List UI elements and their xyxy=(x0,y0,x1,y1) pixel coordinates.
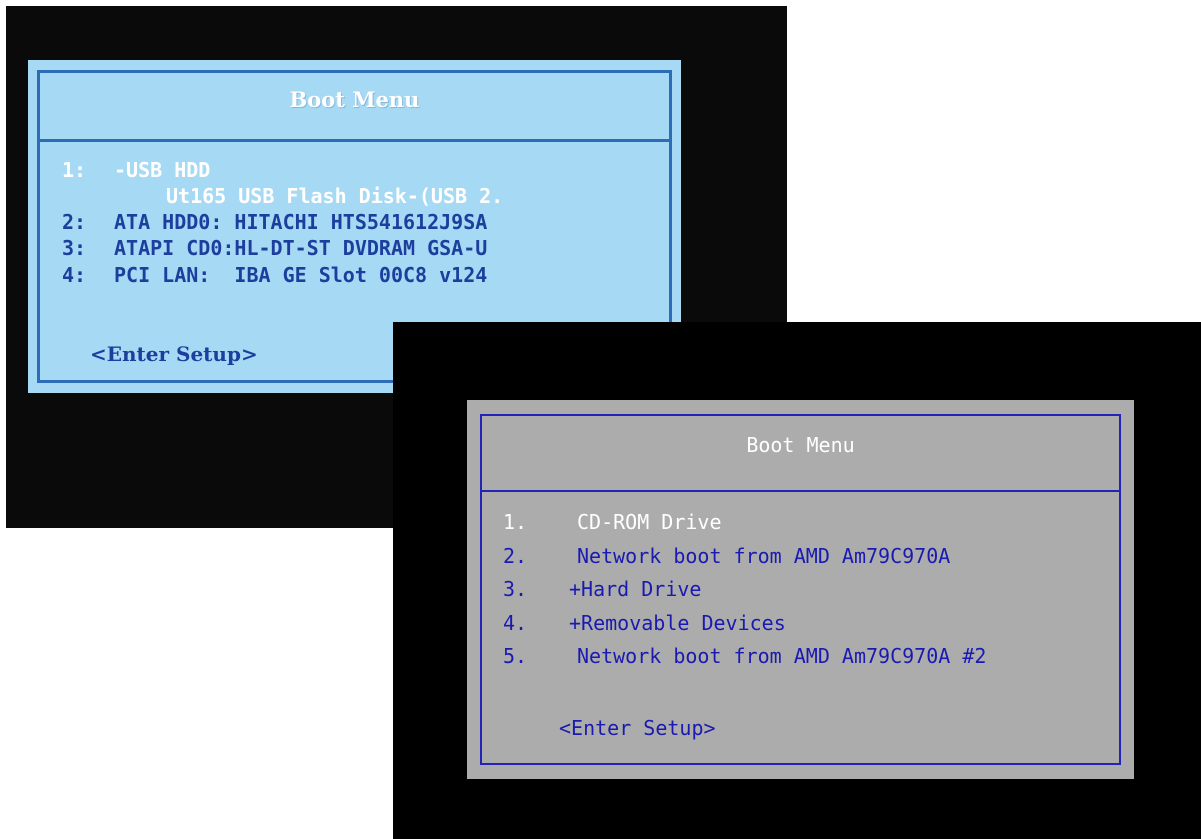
boot-item-number: 3. xyxy=(503,577,528,601)
boot-menu-panel-2: Boot Menu 1. CD-ROM Drive 2. Network boo… xyxy=(467,400,1134,779)
boot-item-removable-devices[interactable]: +Removable Devices xyxy=(569,611,786,635)
boot-item-atapi-cd[interactable]: ATAPI CD0:HL-DT-ST DVDRAM GSA-U xyxy=(114,236,487,260)
boot-item-usb-hdd-device[interactable]: Ut165 USB Flash Disk-(USB 2. xyxy=(166,184,503,208)
boot-item-number: 1: xyxy=(62,158,87,182)
boot-item-cd-rom[interactable]: CD-ROM Drive xyxy=(577,510,722,534)
boot-item-number: 1. xyxy=(503,510,528,534)
boot-item-number: 4: xyxy=(62,263,87,287)
boot-item-ata-hdd[interactable]: ATA HDD0: HITACHI HTS541612J9SA xyxy=(114,210,487,234)
boot-item-pci-lan[interactable]: PCI LAN: IBA GE Slot 00C8 v124 xyxy=(114,263,487,287)
boot-item-number: 4. xyxy=(503,611,528,635)
bios-screen-2: Boot Menu 1. CD-ROM Drive 2. Network boo… xyxy=(393,322,1201,839)
enter-setup-option[interactable]: <Enter Setup> xyxy=(559,716,716,740)
boot-item-hard-drive[interactable]: +Hard Drive xyxy=(569,577,701,601)
boot-menu-title: Boot Menu xyxy=(289,87,420,112)
boot-item-number: 3: xyxy=(62,236,87,260)
enter-setup-option[interactable]: <Enter Setup> xyxy=(90,342,258,366)
boot-item-network-boot[interactable]: Network boot from AMD Am79C970A xyxy=(577,544,950,568)
boot-item-usb-hdd[interactable]: -USB HDD xyxy=(114,158,210,182)
title-divider xyxy=(482,490,1119,492)
boot-item-number: 2. xyxy=(503,544,528,568)
title-divider xyxy=(40,139,669,142)
boot-menu-title: Boot Menu xyxy=(746,433,855,457)
boot-item-number: 2: xyxy=(62,210,87,234)
boot-item-number: 5. xyxy=(503,644,528,668)
boot-item-network-boot-2[interactable]: Network boot from AMD Am79C970A #2 xyxy=(577,644,986,668)
